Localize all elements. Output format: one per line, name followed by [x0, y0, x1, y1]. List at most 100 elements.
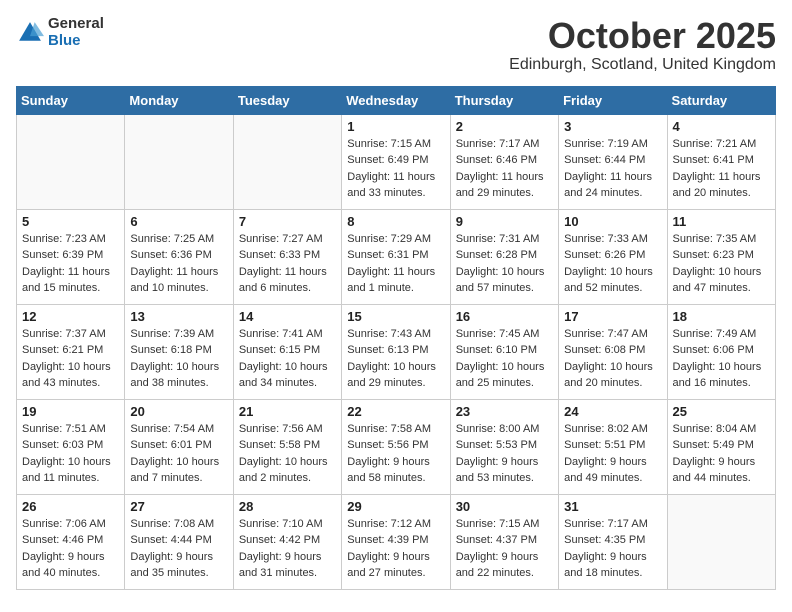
day-info: Sunrise: 8:00 AM Sunset: 5:53 PM Dayligh…	[456, 421, 553, 487]
day-number: 15	[347, 309, 444, 324]
day-info: Sunrise: 7:41 AM Sunset: 6:15 PM Dayligh…	[239, 326, 336, 392]
day-info: Sunrise: 7:08 AM Sunset: 4:44 PM Dayligh…	[130, 516, 227, 582]
day-info: Sunrise: 7:27 AM Sunset: 6:33 PM Dayligh…	[239, 231, 336, 297]
day-number: 16	[456, 309, 553, 324]
header-saturday: Saturday	[667, 86, 775, 114]
calendar-cell: 31 Sunrise: 7:17 AM Sunset: 4:35 PM Dayli…	[559, 494, 667, 589]
day-info: Sunrise: 7:35 AM Sunset: 6:23 PM Dayligh…	[673, 231, 770, 297]
day-info: Sunrise: 7:17 AM Sunset: 4:35 PM Dayligh…	[564, 516, 661, 582]
day-number: 5	[22, 214, 119, 229]
calendar-week-1: 5 Sunrise: 7:23 AM Sunset: 6:39 PM Daylig…	[17, 209, 776, 304]
day-number: 24	[564, 404, 661, 419]
day-number: 1	[347, 119, 444, 134]
calendar-cell: 21Sunrise: 7:56 AM Sunset: 5:58 PM Dayli…	[233, 399, 341, 494]
day-number: 26	[22, 499, 119, 514]
calendar-cell: 24 Sunrise: 8:02 AM Sunset: 5:51 PM Dayli…	[559, 399, 667, 494]
day-info: Sunrise: 8:02 AM Sunset: 5:51 PM Dayligh…	[564, 421, 661, 487]
day-number: 9	[456, 214, 553, 229]
logo-blue-text: Blue	[48, 33, 104, 50]
logo: General Blue	[16, 16, 104, 49]
day-number: 31	[564, 499, 661, 514]
day-info: Sunrise: 8:04 AM Sunset: 5:49 PM Dayligh…	[673, 421, 770, 487]
calendar-cell: 8Sunrise: 7:29 AM Sunset: 6:31 PM Daylig…	[342, 209, 450, 304]
calendar-cell: 13Sunrise: 7:39 AM Sunset: 6:18 PM Dayli…	[125, 304, 233, 399]
calendar-body: 1 Sunrise: 7:15 AM Sunset: 6:49 PM Daylig…	[17, 114, 776, 589]
day-number: 28	[239, 499, 336, 514]
day-info: Sunrise: 7:06 AM Sunset: 4:46 PM Dayligh…	[22, 516, 119, 582]
calendar-cell: 2 Sunrise: 7:17 AM Sunset: 6:46 PM Daylig…	[450, 114, 558, 209]
day-number: 29	[347, 499, 444, 514]
day-info: Sunrise: 7:56 AM Sunset: 5:58 PM Dayligh…	[239, 421, 336, 487]
day-number: 12	[22, 309, 119, 324]
calendar-cell: 25 Sunrise: 8:04 AM Sunset: 5:49 PM Dayli…	[667, 399, 775, 494]
header-sunday: Sunday	[17, 86, 125, 114]
day-number: 6	[130, 214, 227, 229]
header-monday: Monday	[125, 86, 233, 114]
calendar-cell: 15Sunrise: 7:43 AM Sunset: 6:13 PM Dayli…	[342, 304, 450, 399]
calendar-cell: 10Sunrise: 7:33 AM Sunset: 6:26 PM Dayli…	[559, 209, 667, 304]
day-info: Sunrise: 7:23 AM Sunset: 6:39 PM Dayligh…	[22, 231, 119, 297]
day-number: 19	[22, 404, 119, 419]
title-block: October 2025 Edinburgh, Scotland, United…	[509, 16, 776, 74]
calendar-week-0: 1 Sunrise: 7:15 AM Sunset: 6:49 PM Daylig…	[17, 114, 776, 209]
day-number: 25	[673, 404, 770, 419]
day-number: 30	[456, 499, 553, 514]
day-info: Sunrise: 7:47 AM Sunset: 6:08 PM Dayligh…	[564, 326, 661, 392]
calendar-header-row: SundayMondayTuesdayWednesdayThursdayFrid…	[17, 86, 776, 114]
calendar-cell: 11 Sunrise: 7:35 AM Sunset: 6:23 PM Dayli…	[667, 209, 775, 304]
calendar-week-2: 12Sunrise: 7:37 AM Sunset: 6:21 PM Dayli…	[17, 304, 776, 399]
day-number: 2	[456, 119, 553, 134]
day-number: 22	[347, 404, 444, 419]
month-title: October 2025	[509, 16, 776, 56]
calendar-cell: 3Sunrise: 7:19 AM Sunset: 6:44 PM Daylig…	[559, 114, 667, 209]
day-info: Sunrise: 7:51 AM Sunset: 6:03 PM Dayligh…	[22, 421, 119, 487]
calendar-cell: 5 Sunrise: 7:23 AM Sunset: 6:39 PM Daylig…	[17, 209, 125, 304]
day-info: Sunrise: 7:15 AM Sunset: 6:49 PM Dayligh…	[347, 136, 444, 202]
calendar-week-4: 26 Sunrise: 7:06 AM Sunset: 4:46 PM Dayli…	[17, 494, 776, 589]
calendar-cell: 29 Sunrise: 7:12 AM Sunset: 4:39 PM Dayli…	[342, 494, 450, 589]
calendar-cell	[667, 494, 775, 589]
calendar-cell: 1 Sunrise: 7:15 AM Sunset: 6:49 PM Daylig…	[342, 114, 450, 209]
day-number: 11	[673, 214, 770, 229]
day-info: Sunrise: 7:25 AM Sunset: 6:36 PM Dayligh…	[130, 231, 227, 297]
header-thursday: Thursday	[450, 86, 558, 114]
day-info: Sunrise: 7:17 AM Sunset: 6:46 PM Dayligh…	[456, 136, 553, 202]
logo-icon	[16, 19, 44, 47]
calendar-cell: 12Sunrise: 7:37 AM Sunset: 6:21 PM Dayli…	[17, 304, 125, 399]
calendar-cell: 17 Sunrise: 7:47 AM Sunset: 6:08 PM Dayli…	[559, 304, 667, 399]
day-number: 10	[564, 214, 661, 229]
calendar-cell: 27 Sunrise: 7:08 AM Sunset: 4:44 PM Dayli…	[125, 494, 233, 589]
calendar-table: SundayMondayTuesdayWednesdayThursdayFrid…	[16, 86, 776, 590]
calendar-cell: 6 Sunrise: 7:25 AM Sunset: 6:36 PM Daylig…	[125, 209, 233, 304]
calendar-cell: 22Sunrise: 7:58 AM Sunset: 5:56 PM Dayli…	[342, 399, 450, 494]
calendar-cell	[17, 114, 125, 209]
day-info: Sunrise: 7:15 AM Sunset: 4:37 PM Dayligh…	[456, 516, 553, 582]
calendar-cell	[125, 114, 233, 209]
header-wednesday: Wednesday	[342, 86, 450, 114]
day-number: 7	[239, 214, 336, 229]
day-number: 23	[456, 404, 553, 419]
calendar-week-3: 19 Sunrise: 7:51 AM Sunset: 6:03 PM Dayli…	[17, 399, 776, 494]
page-header: General Blue October 2025 Edinburgh, Sco…	[16, 16, 776, 74]
calendar-cell: 20Sunrise: 7:54 AM Sunset: 6:01 PM Dayli…	[125, 399, 233, 494]
day-number: 17	[564, 309, 661, 324]
day-info: Sunrise: 7:54 AM Sunset: 6:01 PM Dayligh…	[130, 421, 227, 487]
calendar-cell: 16 Sunrise: 7:45 AM Sunset: 6:10 PM Dayli…	[450, 304, 558, 399]
day-number: 14	[239, 309, 336, 324]
day-info: Sunrise: 7:21 AM Sunset: 6:41 PM Dayligh…	[673, 136, 770, 202]
day-info: Sunrise: 7:12 AM Sunset: 4:39 PM Dayligh…	[347, 516, 444, 582]
day-number: 27	[130, 499, 227, 514]
calendar-cell: 30 Sunrise: 7:15 AM Sunset: 4:37 PM Dayli…	[450, 494, 558, 589]
logo-general-text: General	[48, 16, 104, 33]
calendar-cell: 26 Sunrise: 7:06 AM Sunset: 4:46 PM Dayli…	[17, 494, 125, 589]
day-info: Sunrise: 7:49 AM Sunset: 6:06 PM Dayligh…	[673, 326, 770, 392]
day-info: Sunrise: 7:19 AM Sunset: 6:44 PM Dayligh…	[564, 136, 661, 202]
calendar-cell: 28 Sunrise: 7:10 AM Sunset: 4:42 PM Dayli…	[233, 494, 341, 589]
day-info: Sunrise: 7:45 AM Sunset: 6:10 PM Dayligh…	[456, 326, 553, 392]
day-info: Sunrise: 7:10 AM Sunset: 4:42 PM Dayligh…	[239, 516, 336, 582]
day-info: Sunrise: 7:31 AM Sunset: 6:28 PM Dayligh…	[456, 231, 553, 297]
calendar-cell: 9 Sunrise: 7:31 AM Sunset: 6:28 PM Daylig…	[450, 209, 558, 304]
day-number: 8	[347, 214, 444, 229]
day-number: 18	[673, 309, 770, 324]
header-tuesday: Tuesday	[233, 86, 341, 114]
